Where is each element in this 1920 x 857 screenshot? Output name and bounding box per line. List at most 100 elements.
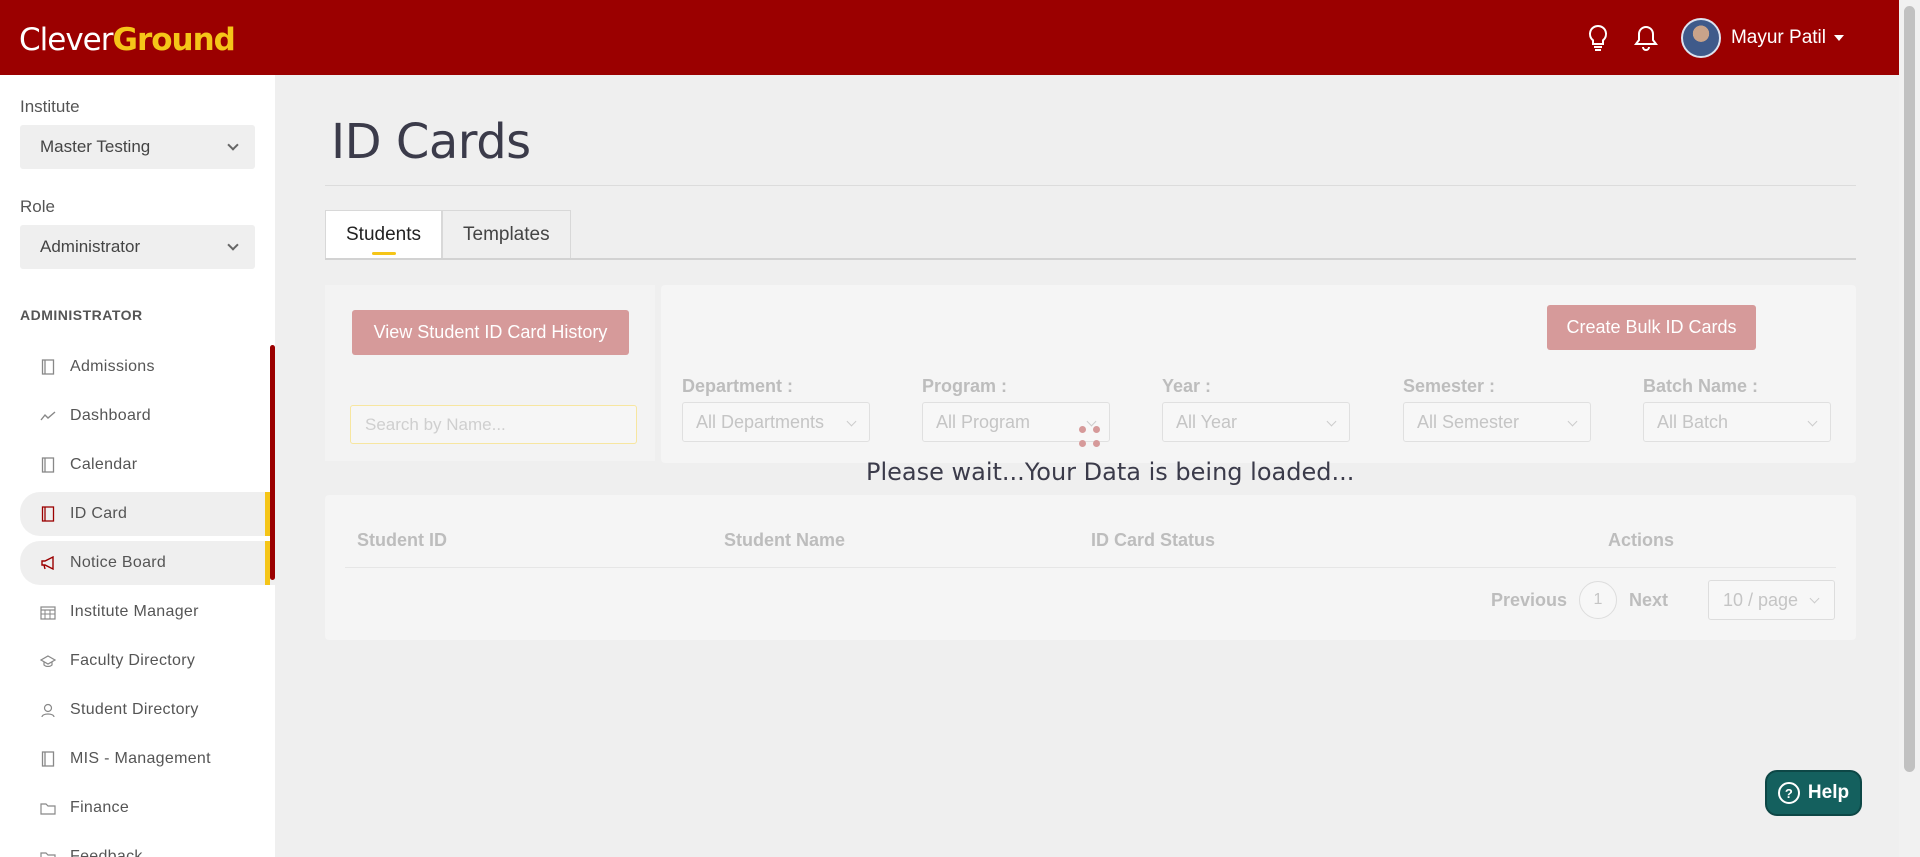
- sidebar-item-label: ID Card: [70, 505, 128, 522]
- logo-text-ground: Ground: [112, 22, 236, 58]
- previous-page-button[interactable]: Previous: [1491, 590, 1567, 611]
- top-bar: CleverGround Mayur Patil: [0, 0, 1899, 75]
- department-select[interactable]: All Departments: [682, 402, 870, 442]
- book-icon: [40, 457, 56, 473]
- filter-label: Department :: [682, 376, 794, 396]
- help-button[interactable]: ? Help: [1765, 770, 1862, 816]
- role-value: Administrator: [40, 237, 141, 256]
- sidebar-item-admissions[interactable]: Admissions: [20, 345, 275, 389]
- page-size-select[interactable]: 10 / page: [1708, 580, 1835, 620]
- sidebar-item-label: Notice Board: [70, 554, 167, 571]
- tab-bar: Students Templates: [325, 210, 571, 259]
- sidebar-item-label: Feedback: [70, 848, 143, 857]
- sidebar-item-id-card[interactable]: ID Card: [20, 492, 275, 536]
- filter-year: Year : All Year: [1162, 376, 1350, 442]
- filter-value: All Departments: [696, 411, 825, 432]
- caret-down-icon: [1834, 34, 1844, 41]
- page-size-value: 10 / page: [1723, 589, 1799, 610]
- filter-label: Batch Name :: [1643, 376, 1759, 396]
- megaphone-icon: [40, 555, 56, 571]
- next-page-button[interactable]: Next: [1629, 590, 1668, 611]
- active-tab-underline: [372, 252, 396, 255]
- scrollbar-thumb[interactable]: [1904, 6, 1915, 772]
- question-icon: ?: [1777, 782, 1800, 804]
- chevron-down-icon: [1807, 416, 1818, 427]
- sidebar: Institute Master Testing Role Administra…: [0, 75, 275, 857]
- filter-label: Semester :: [1403, 376, 1496, 396]
- user-menu[interactable]: Mayur Patil: [1680, 17, 1844, 58]
- sidebar-item-feedback[interactable]: Feedback: [20, 835, 275, 857]
- sidebar-item-institute-manager[interactable]: Institute Manager: [20, 590, 275, 634]
- sidebar-item-finance[interactable]: Finance: [20, 786, 275, 830]
- filter-value: All Program: [936, 411, 1031, 432]
- institute-value: Master Testing: [40, 137, 151, 156]
- tab-students[interactable]: Students: [325, 210, 442, 259]
- chevron-down-icon: [227, 139, 239, 151]
- sidebar-item-label: Dashboard: [70, 407, 151, 424]
- sidebar-item-calendar[interactable]: Calendar: [20, 443, 275, 487]
- sidebar-item-student-directory[interactable]: Student Directory: [20, 688, 275, 732]
- institute-select[interactable]: Master Testing: [20, 125, 255, 169]
- filter-value: All Year: [1176, 411, 1238, 432]
- page-scrollbar[interactable]: [1899, 0, 1920, 857]
- pagination: Previous 1 Next 10 / page: [1491, 580, 1835, 620]
- batch-select[interactable]: All Batch: [1643, 402, 1831, 442]
- book-icon: [40, 506, 56, 522]
- sidebar-item-notice-board[interactable]: Notice Board: [20, 541, 275, 585]
- page-number-button[interactable]: 1: [1578, 581, 1617, 619]
- logo-text-clever: Clever: [19, 22, 113, 58]
- sidebar-item-label: Faculty Directory: [70, 652, 196, 669]
- column-header-student-id[interactable]: Student ID: [357, 530, 447, 551]
- tab-label: Students: [346, 224, 421, 245]
- column-header-id-card-status[interactable]: ID Card Status: [1091, 530, 1215, 551]
- sidebar-item-label: Finance: [70, 799, 130, 816]
- user-name: Mayur Patil: [1730, 26, 1826, 48]
- logo[interactable]: CleverGround: [19, 22, 236, 58]
- bell-icon[interactable]: [1633, 23, 1659, 53]
- header-actions: Mayur Patil: [1585, 0, 1844, 75]
- institute-label: Institute: [20, 97, 80, 116]
- sidebar-section-heading: ADMINISTRATOR: [20, 307, 143, 323]
- divider: [325, 185, 1856, 186]
- loading-message: Please wait...Your Data is being loaded.…: [866, 458, 1355, 486]
- avatar: [1680, 17, 1721, 58]
- sidebar-scroll-indicator: [270, 345, 275, 580]
- filter-value: All Semester: [1417, 411, 1520, 432]
- column-header-student-name[interactable]: Student Name: [724, 530, 845, 551]
- filter-batch: Batch Name : All Batch: [1643, 376, 1831, 442]
- book-icon: [40, 359, 56, 375]
- chevron-down-icon: [1567, 416, 1578, 427]
- year-select[interactable]: All Year: [1162, 402, 1350, 442]
- filter-department: Department : All Departments: [682, 376, 870, 442]
- chevron-down-icon: [1809, 593, 1820, 604]
- folder-icon: [40, 849, 56, 857]
- semester-select[interactable]: All Semester: [1403, 402, 1591, 442]
- tab-templates[interactable]: Templates: [442, 210, 571, 259]
- page-title: ID Cards: [331, 114, 531, 170]
- users-icon: [40, 702, 56, 718]
- folder-icon: [40, 800, 56, 816]
- view-id-card-history-button[interactable]: View Student ID Card History: [352, 310, 629, 355]
- sidebar-item-label: Admissions: [70, 358, 155, 375]
- create-bulk-id-cards-button[interactable]: Create Bulk ID Cards: [1547, 305, 1756, 350]
- sidebar-item-label: MIS - Management: [70, 750, 211, 767]
- graduation-cap-icon: [40, 653, 56, 669]
- chevron-down-icon: [1326, 416, 1337, 427]
- book-icon: [40, 751, 56, 767]
- sidebar-item-dashboard[interactable]: Dashboard: [20, 394, 275, 438]
- sidebar-item-mis-management[interactable]: MIS - Management: [20, 737, 275, 781]
- help-label: Help: [1807, 782, 1850, 803]
- divider: [325, 258, 1856, 260]
- divider: [345, 567, 1836, 568]
- sidebar-nav: Admissions Dashboard Calendar ID Card No…: [20, 345, 275, 857]
- search-input[interactable]: [350, 405, 637, 444]
- loading-spinner-icon: [1077, 424, 1105, 452]
- column-header-actions: Actions: [1608, 530, 1675, 550]
- chevron-down-icon: [227, 239, 239, 251]
- role-select[interactable]: Administrator: [20, 225, 255, 269]
- role-label: Role: [20, 197, 55, 216]
- lightbulb-icon[interactable]: [1585, 23, 1611, 53]
- trend-icon: [40, 408, 56, 424]
- sidebar-item-faculty-directory[interactable]: Faculty Directory: [20, 639, 275, 683]
- filter-label: Year :: [1162, 376, 1212, 396]
